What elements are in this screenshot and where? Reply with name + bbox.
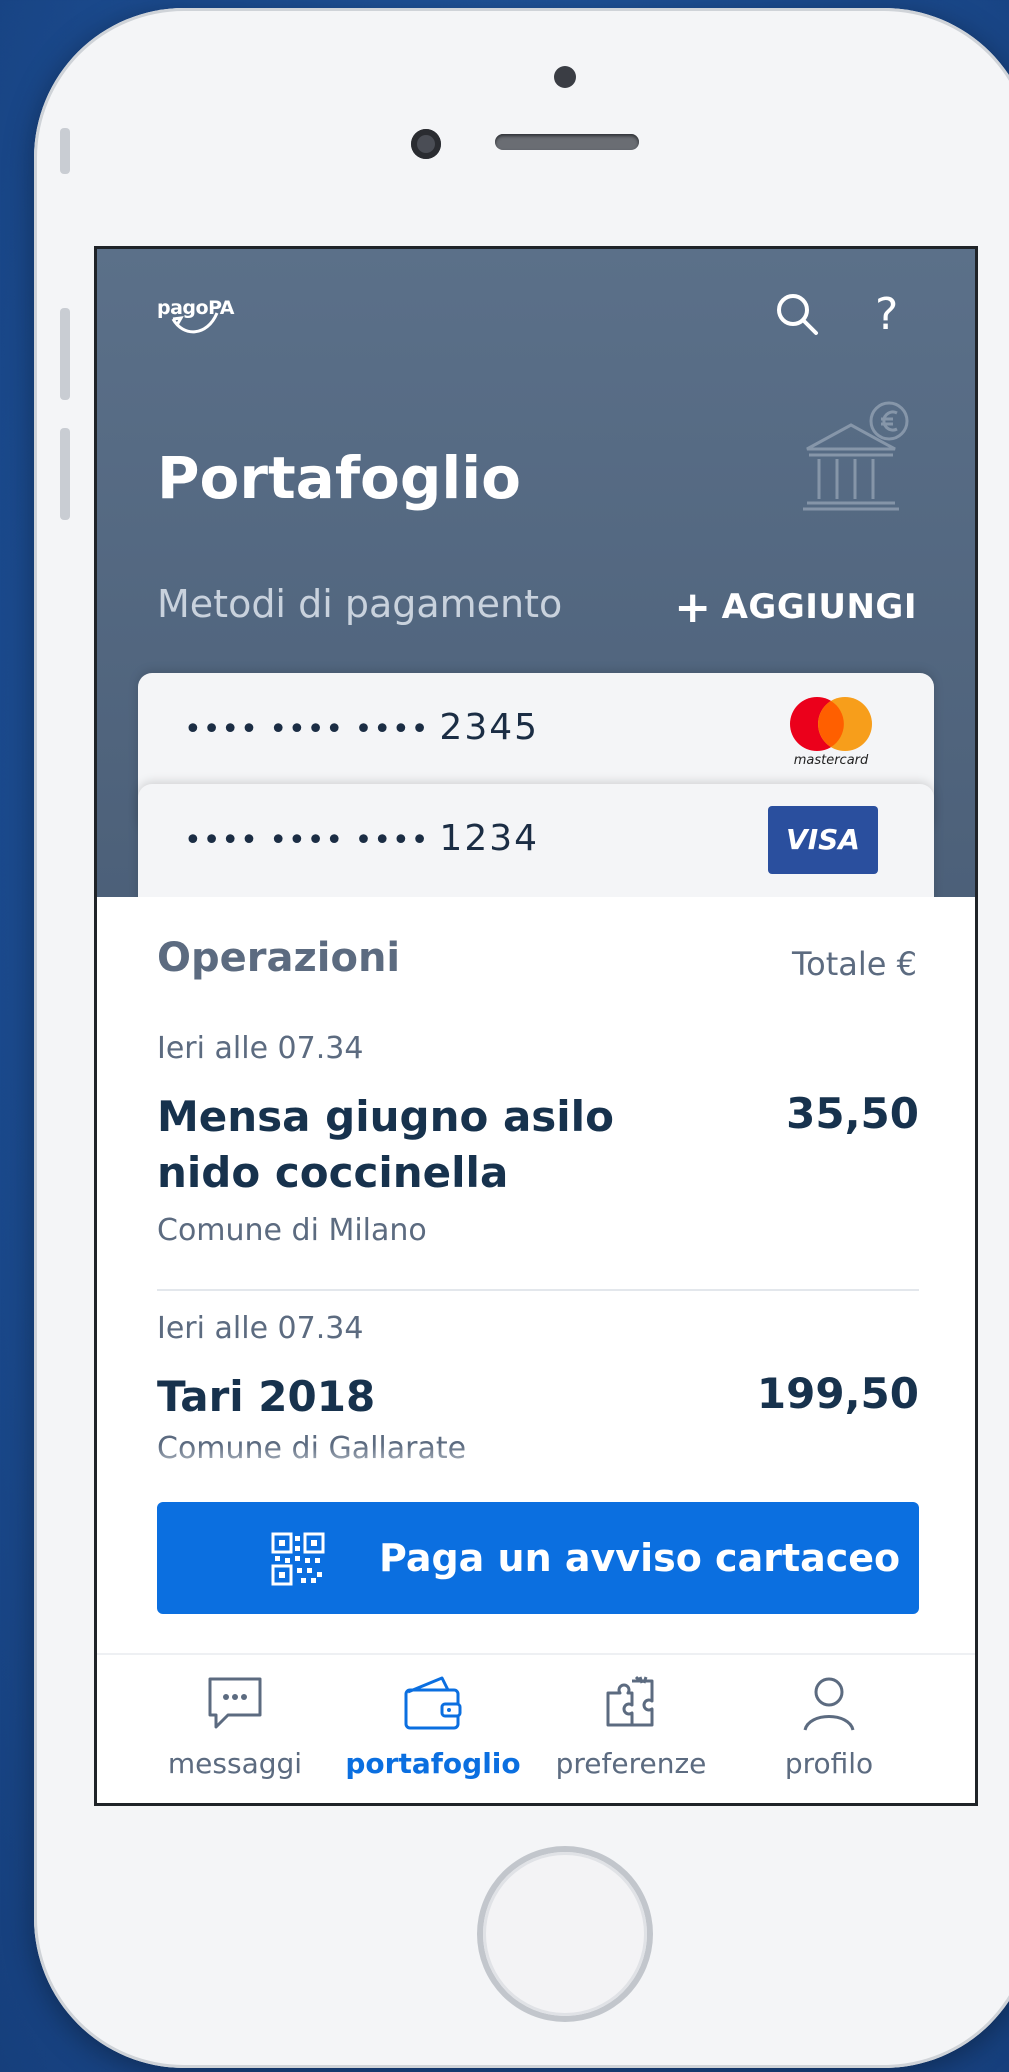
mastercard-text: mastercard — [793, 753, 869, 768]
payment-methods-label: Metodi di pagamento — [157, 582, 563, 626]
card-dots: •••• •••• •••• — [184, 712, 430, 747]
add-label: AGGIUNGI — [721, 587, 917, 627]
card-last4: 2345 — [439, 707, 540, 748]
front-camera — [411, 129, 441, 159]
bottom-tab-bar: messaggi portafoglio preferenze profilo — [97, 1653, 975, 1803]
app-screen: pagoPA ? Portafoglio Metodi di pagamento… — [94, 246, 978, 1806]
wallet-icon — [333, 1669, 533, 1739]
total-label: Totale € — [792, 945, 917, 983]
help-icon[interactable]: ? — [875, 291, 898, 339]
pay-notice-label: Paga un avviso cartaceo — [379, 1536, 901, 1580]
card-last4: 1234 — [439, 818, 540, 859]
tab-preferenze[interactable]: preferenze — [531, 1669, 731, 1780]
tab-label: portafoglio — [345, 1747, 521, 1780]
mastercard-logo: mastercard — [784, 695, 878, 768]
transaction-amount: 35,50 — [786, 1089, 919, 1138]
tab-profilo[interactable]: profilo — [729, 1669, 929, 1780]
tab-label: preferenze — [555, 1747, 707, 1780]
transaction-name: Mensa giugno asilo nido coccinella — [157, 1092, 614, 1197]
transaction-date: Ieri alle 07.34 — [157, 1311, 364, 1346]
card-number: •••• •••• •••• 1234 — [184, 818, 539, 859]
volume-down-button — [60, 428, 70, 520]
transaction-date: Ieri alle 07.34 — [157, 1031, 364, 1066]
tab-messaggi[interactable]: messaggi — [135, 1669, 335, 1780]
transaction-org: Comune di Milano — [157, 1213, 427, 1248]
transaction-amount: 199,50 — [756, 1369, 919, 1418]
transaction-name: Tari 2018 — [157, 1372, 376, 1421]
tab-portafoglio[interactable]: portafoglio — [333, 1669, 533, 1780]
operations-title: Operazioni — [157, 935, 401, 981]
page-title: Portafoglio — [157, 444, 522, 512]
search-icon[interactable] — [774, 291, 820, 347]
puzzle-icon — [531, 1669, 731, 1739]
pagopa-logo: pagoPA — [157, 297, 234, 334]
bank-euro-icon — [803, 401, 909, 511]
proximity-sensor — [554, 66, 576, 88]
volume-up-button — [60, 308, 70, 400]
logo-swoosh-icon — [171, 312, 219, 334]
qr-code-icon — [271, 1532, 325, 1586]
wallet-header: pagoPA ? Portafoglio Metodi di pagamento… — [97, 249, 975, 944]
earpiece-speaker — [495, 134, 639, 150]
message-icon — [135, 1669, 335, 1739]
visa-logo: VISA — [768, 806, 878, 874]
user-icon — [729, 1669, 929, 1739]
home-button[interactable] — [483, 1852, 647, 2016]
scroll-fade — [97, 1445, 975, 1505]
card-number: •••• •••• •••• 2345 — [184, 707, 539, 748]
add-payment-method-button[interactable]: + AGGIUNGI — [674, 582, 917, 633]
divider — [157, 1289, 919, 1291]
transaction-row[interactable]: Ieri alle 07.34 Mensa giugno asilo nido … — [157, 1031, 919, 1261]
plus-icon: + — [674, 582, 712, 633]
tab-label: profilo — [784, 1747, 874, 1780]
mute-switch — [60, 128, 70, 174]
pay-notice-button[interactable]: Paga un avviso cartaceo — [157, 1502, 919, 1614]
tab-label: messaggi — [167, 1747, 303, 1780]
card-dots: •••• •••• •••• — [184, 823, 430, 858]
